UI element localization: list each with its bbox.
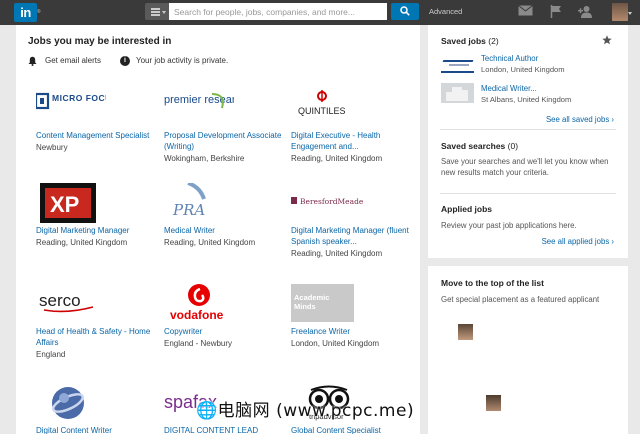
job-card[interactable]: premier research Proposal Development As… (164, 88, 288, 164)
job-card[interactable]: Digital Content Writer (36, 383, 160, 434)
job-card[interactable]: XP Digital Marketing Manager Reading, Un… (36, 183, 160, 248)
job-card[interactable]: PRA Medical Writer Reading, United Kingd… (164, 183, 288, 248)
job-card[interactable]: vodafone Copywriter England - Newbury (164, 284, 288, 349)
saved-job-title[interactable]: Technical Author (481, 54, 538, 63)
featured-applicant-panel: Move to the top of the list Get special … (428, 266, 628, 434)
search-category-menu[interactable] (145, 3, 169, 20)
saved-jobs-heading: Saved jobs (2) (441, 36, 499, 46)
job-title[interactable]: Content Management Specialist (36, 130, 160, 141)
job-location: England (36, 350, 66, 359)
advanced-search-link[interactable]: Advanced (429, 7, 462, 16)
avatar[interactable] (612, 3, 632, 21)
job-location: Reading, United Kingdom (164, 238, 256, 247)
see-all-applied-jobs-link[interactable]: See all applied jobs › (542, 237, 614, 246)
job-location: Reading, United Kingdom (36, 238, 128, 247)
saved-searches-count: (0) (507, 141, 519, 151)
jobs-panel: Jobs you may be interested in Get email … (16, 25, 420, 434)
bell-icon (28, 56, 37, 66)
job-card[interactable]: QUINTILES Digital Executive - Health Eng… (291, 88, 415, 164)
job-title[interactable]: DIGITAL CONTENT LEAD (164, 425, 288, 434)
job-title[interactable]: Freelance Writer (291, 326, 415, 337)
company-logo-serco: serco (36, 284, 160, 324)
mail-icon[interactable] (518, 5, 533, 16)
search-icon (400, 6, 410, 16)
company-logo-globe (36, 383, 160, 423)
watermark-text: 🌐电脑网 (www.pcpc.me) (196, 401, 415, 421)
chevron-down-icon (628, 12, 632, 15)
logo-text-8: vodafone (170, 308, 224, 322)
search-input[interactable] (169, 3, 387, 20)
applicant-avatar (486, 395, 501, 411)
email-alerts-toggle[interactable]: Get email alerts (28, 56, 101, 66)
job-title[interactable]: Global Content Specialist (291, 425, 415, 434)
job-location: England - Newbury (164, 339, 233, 348)
company-logo-quintiles: QUINTILES (291, 88, 415, 128)
job-card[interactable]: serco Head of Health & Safety - Home Aff… (36, 284, 160, 360)
logo-text-9: Academic Minds (294, 293, 330, 311)
applied-jobs-heading: Applied jobs (441, 204, 492, 214)
company-logo-xp: XP (36, 183, 160, 223)
jobs-panel-title: Jobs you may be interested in (28, 36, 172, 47)
saved-job-location: London, United Kingdom (481, 65, 565, 74)
company-logo-placeholder (441, 83, 474, 103)
job-location: London, United Kingdom (291, 339, 380, 348)
job-title[interactable]: Digital Executive - Health Engagement an… (291, 130, 415, 152)
saved-job-location: St Albans, United Kingdom (481, 95, 572, 104)
job-title[interactable]: Proposal Development Associate (Writing) (164, 130, 288, 152)
logo-text-3: QUINTILES (298, 106, 346, 116)
saved-jobs-panel: Saved jobs (2) Technical Author London, … (428, 25, 628, 258)
job-location: Reading, United Kingdom (291, 154, 383, 163)
company-logo-micro-focus: MICRO FOCUS (36, 88, 160, 128)
applicant-avatar (458, 324, 473, 340)
job-card[interactable]: Academic Minds Freelance Writer London, … (291, 284, 415, 349)
job-card[interactable]: MICRO FOCUS Content Management Specialis… (36, 88, 160, 153)
privacy-note: i Your job activity is private. (120, 56, 228, 66)
company-logo-saved-1 (441, 55, 474, 73)
saved-searches-text: Save your searches and we'll let you kno… (441, 157, 609, 177)
add-connection-icon[interactable] (578, 5, 593, 18)
job-location: Wokingham, Berkshire (164, 154, 245, 163)
company-logo-beresford-meade: BeresfordMeade (291, 183, 415, 223)
job-title[interactable]: Digital Marketing Manager (fluent Spanis… (291, 225, 415, 247)
company-logo-premier-research: premier research (164, 88, 288, 128)
flag-icon[interactable] (550, 5, 562, 18)
featured-text: Get special placement as a featured appl… (441, 295, 600, 304)
job-title[interactable]: Head of Health & Safety - Home Affairs (36, 326, 160, 348)
logo-text-4: XP (50, 192, 79, 217)
logo-text: in (20, 5, 31, 20)
job-title[interactable]: Medical Writer (164, 225, 288, 236)
linkedin-logo[interactable]: in ® (14, 3, 41, 22)
divider (440, 129, 616, 130)
privacy-note-text: Your job activity is private. (136, 56, 229, 66)
job-title[interactable]: Digital Marketing Manager (36, 225, 160, 236)
email-alerts-label: Get email alerts (45, 56, 102, 66)
applied-jobs-text: Review your past job applications here. (441, 221, 577, 230)
company-logo-academic-minds: Academic Minds (291, 284, 415, 324)
saved-searches-heading: Saved searches (0) (441, 141, 519, 151)
job-card[interactable]: BeresfordMeade Digital Marketing Manager… (291, 183, 415, 259)
saved-job-title[interactable]: Medical Writer... (481, 84, 537, 93)
logo-text-6: BeresfordMeade (300, 197, 364, 206)
logo-text-1: MICRO FOCUS (52, 93, 106, 103)
logo-text-7: serco (39, 291, 81, 310)
search-button[interactable] (391, 3, 419, 20)
top-nav-bar: in® Advanced (0, 0, 640, 25)
divider (440, 193, 616, 194)
chevron-down-icon (162, 11, 166, 14)
company-logo-pra: PRA (164, 183, 288, 223)
company-logo-vodafone: vodafone (164, 284, 288, 324)
job-title[interactable]: Copywriter (164, 326, 288, 337)
job-title[interactable]: Digital Content Writer (36, 425, 160, 434)
info-icon: i (120, 56, 130, 66)
job-location: Newbury (36, 143, 68, 152)
star-icon[interactable] (602, 35, 612, 45)
job-location: Reading, United Kingdom (291, 249, 383, 258)
logo-text-5: PRA (172, 201, 205, 219)
saved-jobs-count: (2) (488, 36, 499, 46)
see-all-saved-jobs-link[interactable]: See all saved jobs › (546, 115, 614, 124)
featured-heading: Move to the top of the list (441, 278, 544, 288)
